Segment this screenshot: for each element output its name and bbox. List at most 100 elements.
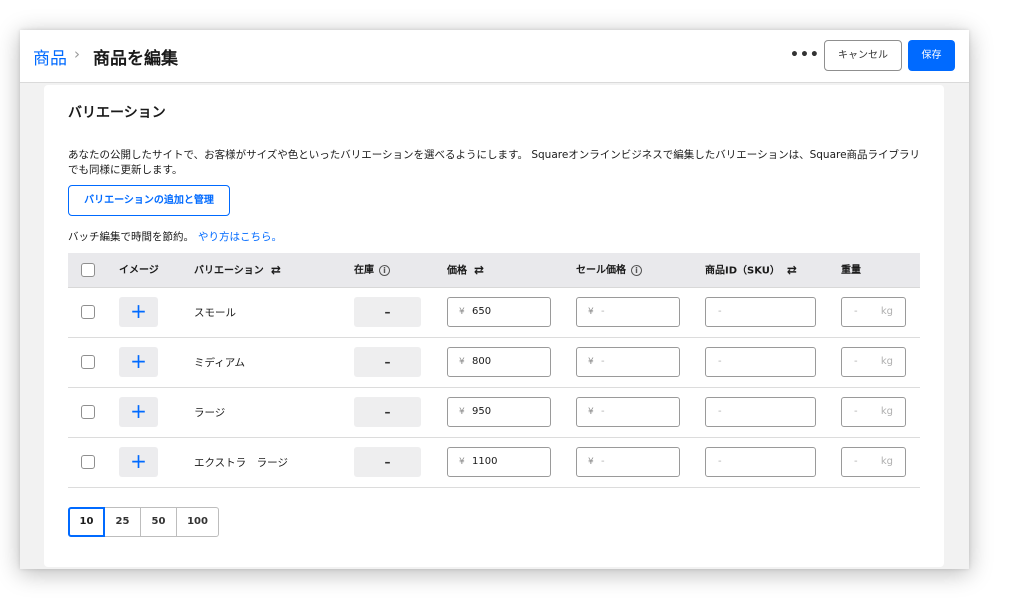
- top-bar: 商品 › 商品を編集 ••• キャンセル 保存: [20, 30, 969, 83]
- sale-price-placeholder: -: [601, 306, 605, 317]
- table-row: + エクストラ ラージ – ¥1100 ¥ - - - kg: [68, 438, 920, 488]
- more-options-button[interactable]: •••: [790, 44, 819, 68]
- sku-input[interactable]: -: [705, 447, 816, 477]
- breadcrumb-items-link[interactable]: 商品: [33, 44, 67, 69]
- price-input[interactable]: ¥650: [447, 297, 551, 327]
- sku-placeholder: -: [718, 306, 722, 317]
- page-size-option[interactable]: 10: [68, 507, 105, 537]
- weight-unit: kg: [880, 456, 893, 467]
- currency-symbol: ¥: [588, 357, 594, 367]
- currency-symbol: ¥: [459, 457, 465, 467]
- batch-edit-help-link[interactable]: やり方はこちら。: [198, 231, 282, 243]
- plus-icon: +: [130, 299, 147, 323]
- sort-icon[interactable]: ⇄: [474, 253, 484, 288]
- price-input[interactable]: ¥950: [447, 397, 551, 427]
- currency-symbol: ¥: [588, 307, 594, 317]
- currency-symbol: ¥: [459, 307, 465, 317]
- page-title: 商品を編集: [93, 49, 178, 69]
- add-image-button[interactable]: +: [119, 347, 158, 377]
- currency-symbol: ¥: [459, 357, 465, 367]
- column-header-sale-price-label: セール価格: [576, 265, 626, 276]
- add-image-button[interactable]: +: [119, 397, 158, 427]
- page-size-option[interactable]: 100: [176, 507, 219, 537]
- price-value: 950: [472, 406, 492, 417]
- table-header: イメージ バリエーション ⇄ 在庫 i 価格 ⇄ セール価格 i 商品ID（SKU） ⇄ …: [68, 253, 920, 288]
- row-checkbox[interactable]: [81, 305, 95, 319]
- sku-placeholder: -: [718, 356, 722, 367]
- sku-placeholder: -: [718, 456, 722, 467]
- sale-price-placeholder: -: [601, 406, 605, 417]
- column-header-price[interactable]: 価格 ⇄: [447, 253, 484, 288]
- price-value: 1100: [472, 456, 498, 467]
- page-size-option[interactable]: 50: [140, 507, 177, 537]
- column-header-stock: 在庫 i: [354, 253, 390, 288]
- column-header-variation[interactable]: バリエーション ⇄: [194, 253, 281, 288]
- add-image-button[interactable]: +: [119, 297, 158, 327]
- weight-input[interactable]: - kg: [841, 447, 906, 477]
- price-value: 650: [472, 306, 492, 317]
- column-header-weight: 重量: [841, 265, 861, 276]
- sale-price-input[interactable]: ¥ -: [576, 297, 680, 327]
- stock-value[interactable]: –: [354, 297, 421, 327]
- sku-input[interactable]: -: [705, 397, 816, 427]
- currency-symbol: ¥: [588, 407, 594, 417]
- column-header-variation-label: バリエーション: [194, 265, 264, 277]
- stock-value[interactable]: –: [354, 347, 421, 377]
- save-button[interactable]: 保存: [908, 40, 955, 71]
- info-icon[interactable]: i: [631, 264, 642, 276]
- sort-icon[interactable]: ⇄: [271, 253, 281, 288]
- variation-name: スモール: [194, 307, 236, 319]
- cancel-button[interactable]: キャンセル: [824, 40, 902, 71]
- weight-placeholder: -: [854, 356, 858, 367]
- variation-name: ラージ: [194, 407, 226, 419]
- sort-icon[interactable]: ⇄: [787, 253, 797, 288]
- table-row: + ラージ – ¥950 ¥ - - - kg: [68, 388, 920, 438]
- price-input[interactable]: ¥1100: [447, 447, 551, 477]
- page-size-option[interactable]: 25: [104, 507, 141, 537]
- column-header-sku-label: 商品ID（SKU）: [705, 265, 780, 277]
- price-input[interactable]: ¥800: [447, 347, 551, 377]
- table-row: + スモール – ¥650 ¥ - - - kg: [68, 288, 920, 338]
- sale-price-input[interactable]: ¥ -: [576, 397, 680, 427]
- sku-placeholder: -: [718, 406, 722, 417]
- variations-table: イメージ バリエーション ⇄ 在庫 i 価格 ⇄ セール価格 i 商品ID（SKU） ⇄ …: [68, 253, 920, 488]
- table-row: + ミディアム – ¥800 ¥ - - - kg: [68, 338, 920, 388]
- currency-symbol: ¥: [459, 407, 465, 417]
- edit-item-window: 商品 › 商品を編集 ••• キャンセル 保存 バリエーション あなたの公開した…: [20, 30, 969, 569]
- stock-value[interactable]: –: [354, 447, 421, 477]
- add-image-button[interactable]: +: [119, 447, 158, 477]
- weight-unit: kg: [880, 406, 893, 417]
- info-icon[interactable]: i: [379, 264, 390, 276]
- plus-icon: +: [130, 399, 147, 423]
- sale-price-placeholder: -: [601, 456, 605, 467]
- column-header-sale-price: セール価格 i: [576, 253, 642, 288]
- price-value: 800: [472, 356, 492, 367]
- sku-input[interactable]: -: [705, 347, 816, 377]
- weight-placeholder: -: [854, 456, 858, 467]
- weight-input[interactable]: - kg: [841, 297, 906, 327]
- section-description: あなたの公開したサイトで、お客様がサイズや色といったバリエーションを選べるように…: [68, 149, 921, 176]
- sale-price-input[interactable]: ¥ -: [576, 447, 680, 477]
- weight-placeholder: -: [854, 306, 858, 317]
- batch-edit-note: バッチ編集で時間を節約。 やり方はこちら。: [68, 229, 282, 244]
- sale-price-input[interactable]: ¥ -: [576, 347, 680, 377]
- weight-unit: kg: [880, 356, 893, 367]
- column-header-sku[interactable]: 商品ID（SKU） ⇄: [705, 253, 797, 288]
- sku-input[interactable]: -: [705, 297, 816, 327]
- section-title: バリエーション: [68, 105, 166, 121]
- weight-input[interactable]: - kg: [841, 397, 906, 427]
- variation-name: ミディアム: [194, 357, 246, 369]
- sale-price-placeholder: -: [601, 356, 605, 367]
- table-body: + スモール – ¥650 ¥ - - - kg + ミディアム – ¥800 ¥ - - - kg + ラージ – ¥9…: [68, 288, 920, 488]
- select-all-checkbox[interactable]: [81, 263, 95, 277]
- plus-icon: +: [130, 449, 147, 473]
- plus-icon: +: [130, 349, 147, 373]
- weight-unit: kg: [880, 306, 893, 317]
- manage-variations-button[interactable]: バリエーションの追加と管理: [68, 185, 230, 216]
- stock-value[interactable]: –: [354, 397, 421, 427]
- row-checkbox[interactable]: [81, 405, 95, 419]
- weight-input[interactable]: - kg: [841, 347, 906, 377]
- row-checkbox[interactable]: [81, 455, 95, 469]
- row-checkbox[interactable]: [81, 355, 95, 369]
- column-header-price-label: 価格: [447, 265, 467, 277]
